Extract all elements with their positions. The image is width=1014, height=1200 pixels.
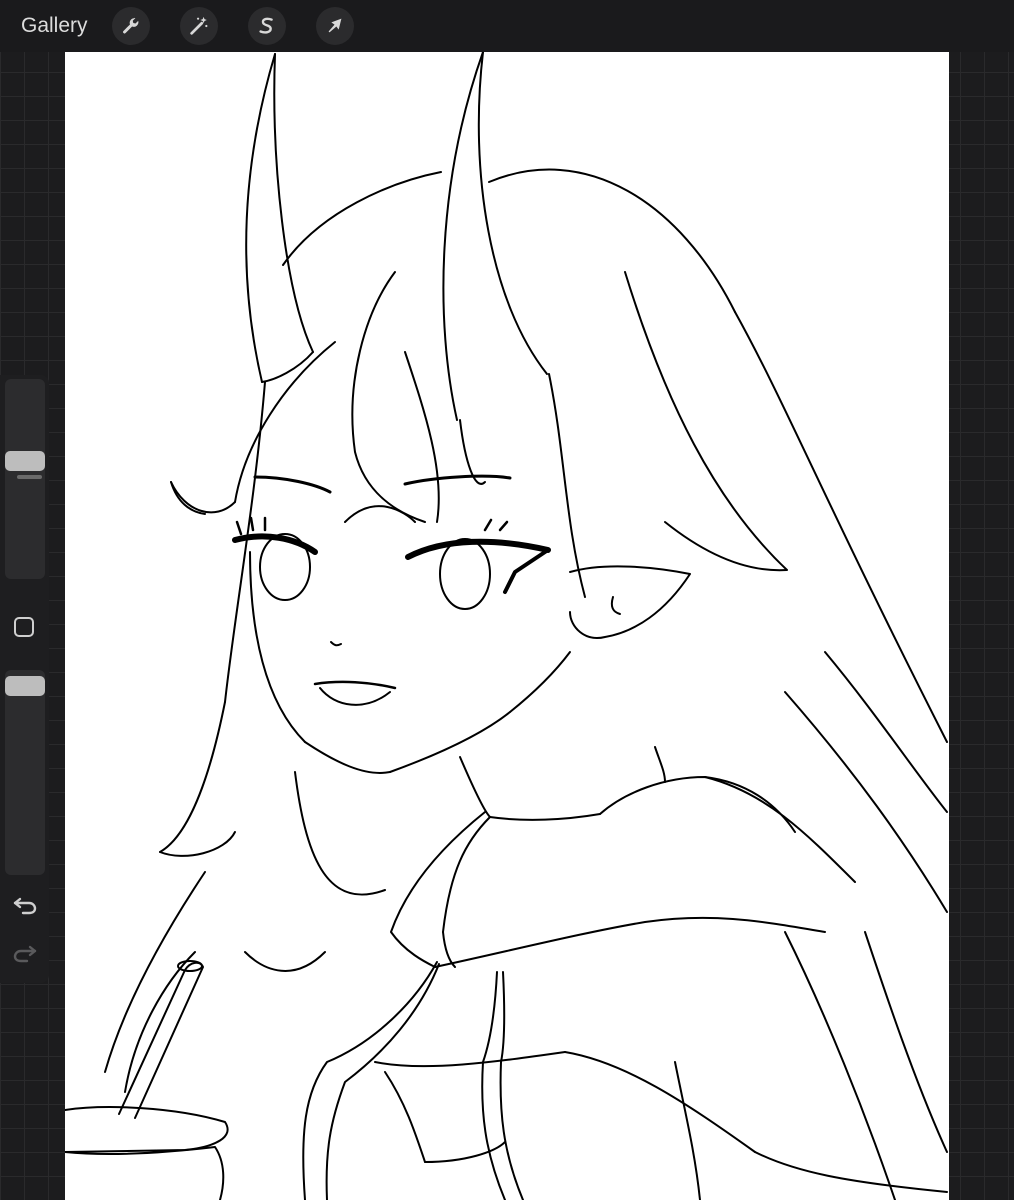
line-art-drawing: [65, 52, 948, 1200]
wrench-icon: [123, 17, 139, 34]
gallery-button[interactable]: Gallery: [21, 12, 88, 40]
side-toolbar: [0, 375, 49, 983]
drawing-canvas[interactable]: [65, 52, 949, 1200]
redo-icon[interactable]: [12, 941, 38, 963]
brush-size-thumb[interactable]: [5, 451, 45, 471]
opacity-thumb[interactable]: [5, 676, 45, 696]
brush-size-slider[interactable]: [5, 379, 45, 579]
size-indicator-mark: [17, 475, 42, 479]
selection-button[interactable]: [248, 7, 286, 45]
top-toolbar: Gallery: [0, 0, 1014, 52]
undo-icon[interactable]: [12, 893, 38, 915]
adjustments-button[interactable]: [180, 7, 218, 45]
modify-square-icon[interactable]: [14, 617, 34, 637]
arrow-cursor-icon: [328, 18, 342, 33]
magic-wand-icon: [190, 16, 208, 35]
opacity-slider[interactable]: [5, 670, 45, 875]
selection-s-icon: [259, 17, 273, 34]
transform-button[interactable]: [316, 7, 354, 45]
actions-button[interactable]: [112, 7, 150, 45]
